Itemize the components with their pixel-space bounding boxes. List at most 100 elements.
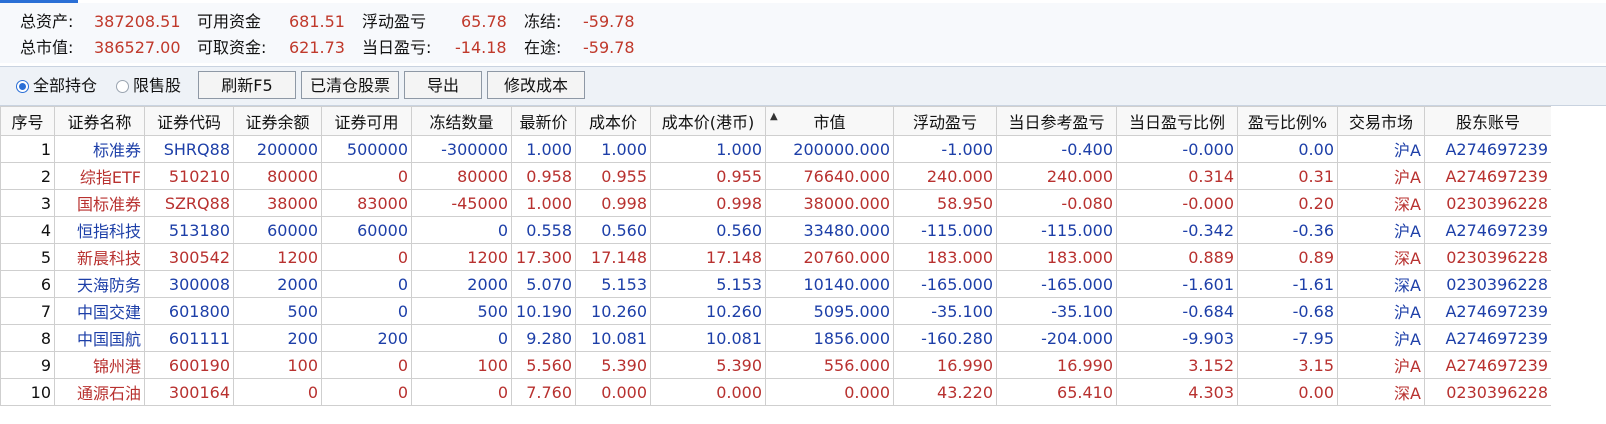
cell-daily-pnl-ratio: -0.684 [1116, 297, 1238, 325]
cell-pnl-ratio: 0.20 [1237, 189, 1338, 217]
cell-index: 8 [0, 324, 55, 352]
cell-market: 深A [1337, 270, 1425, 298]
table-row[interactable]: 9 锦州港 600190 100 0 100 5.560 5.390 5.390 556.000 1… [0, 351, 1552, 379]
export-button[interactable]: 导出 [404, 71, 482, 99]
table-row[interactable]: 1 标准券 SHRQ88 200000 500000 -300000 1.000 1.000 1… [0, 135, 1552, 163]
cell-market-value: 76640.000 [765, 162, 894, 190]
cell-daily-ref-pnl: -115.000 [996, 216, 1117, 244]
cell-last-price: 5.070 [511, 270, 576, 298]
cell-cost-price-hkd: 17.148 [650, 243, 766, 271]
column-header-daily-ref-pnl[interactable]: 当日参考盈亏 [996, 106, 1117, 136]
table-row[interactable]: 5 新晨科技 300542 1200 0 1200 17.300 17.148 17.148 20… [0, 243, 1552, 271]
withdrawable-funds-value: 621.73 [289, 38, 345, 57]
cell-cost-price: 0.955 [575, 162, 651, 190]
cell-shareholder-account: 0230396228 [1424, 243, 1552, 271]
cell-daily-ref-pnl: 65.410 [996, 378, 1117, 406]
table-row[interactable]: 6 天海防务 300008 2000 0 2000 5.070 5.153 5.153 10140… [0, 270, 1552, 298]
cell-security-available: 0 [321, 297, 412, 325]
cell-floating-pnl: -165.000 [893, 270, 997, 298]
total-assets-value: 387208.51 [94, 12, 181, 31]
cell-security-balance: 100 [233, 351, 322, 379]
column-header-cost-price-hkd[interactable]: 成本价(港币) [650, 106, 766, 136]
column-header-floating-pnl[interactable]: 浮动盈亏 [893, 106, 997, 136]
cell-shareholder-account: A274697239 [1424, 135, 1552, 163]
cell-market-value: 0.000 [765, 378, 894, 406]
summary-row-1: 总资产: 387208.51 可用资金 681.51 浮动盈亏 65.78 冻结… [0, 9, 1606, 35]
cell-security-balance: 500 [233, 297, 322, 325]
column-header-index[interactable]: 序号 [0, 106, 55, 136]
cell-pnl-ratio: -1.61 [1237, 270, 1338, 298]
floating-pnl-value: 65.78 [461, 12, 507, 31]
cell-last-price: 5.560 [511, 351, 576, 379]
cell-daily-ref-pnl: -204.000 [996, 324, 1117, 352]
cell-security-balance: 60000 [233, 216, 322, 244]
cell-security-balance: 2000 [233, 270, 322, 298]
cell-market-value: 200000.000 [765, 135, 894, 163]
cell-cost-price: 0.560 [575, 216, 651, 244]
cell-daily-pnl-ratio: 3.152 [1116, 351, 1238, 379]
cell-last-price: 10.190 [511, 297, 576, 325]
cell-frozen-qty: 1200 [411, 243, 512, 271]
all-holdings-label: 全部持仓 [33, 76, 98, 95]
total-assets-label: 总资产: [20, 12, 74, 31]
column-header-last-price[interactable]: 最新价 [511, 106, 576, 136]
table-row[interactable]: 10 通源石油 300164 0 0 0 7.760 0.000 0.000 0.000 43.22… [0, 378, 1552, 406]
column-header-security-available[interactable]: 证券可用 [321, 106, 412, 136]
cell-security-name: 锦州港 [54, 351, 145, 379]
refresh-button[interactable]: 刷新F5 [198, 71, 296, 99]
frozen-label: 冻结: [524, 12, 562, 31]
cell-security-name: 标准券 [54, 135, 145, 163]
column-header-frozen-qty[interactable]: 冻结数量 [411, 106, 512, 136]
cell-floating-pnl: 183.000 [893, 243, 997, 271]
cell-pnl-ratio: 3.15 [1237, 351, 1338, 379]
cell-cost-price-hkd: 1.000 [650, 135, 766, 163]
table-row[interactable]: 8 中国国航 601111 200 200 0 9.280 10.081 10.081 1856.… [0, 324, 1552, 352]
table-row[interactable]: 3 国标准券 SZRQ88 38000 83000 -45000 1.000 0.998 0.9… [0, 189, 1552, 217]
cell-frozen-qty: 0 [411, 216, 512, 244]
cell-security-code: 510210 [144, 162, 234, 190]
cell-security-name: 通源石油 [54, 378, 145, 406]
column-header-security-code[interactable]: 证券代码 [144, 106, 234, 136]
cell-pnl-ratio: 0.31 [1237, 162, 1338, 190]
cell-security-name: 新晨科技 [54, 243, 145, 271]
cell-frozen-qty: 0 [411, 324, 512, 352]
table-body: 1 标准券 SHRQ88 200000 500000 -300000 1.000 1.000 1… [0, 135, 1552, 406]
table-row[interactable]: 4 恒指科技 513180 60000 60000 0 0.558 0.560 0.560 334… [0, 216, 1552, 244]
restricted-shares-radio[interactable]: 限售股 [116, 77, 181, 95]
cell-frozen-qty: 500 [411, 297, 512, 325]
column-header-daily-pnl-ratio[interactable]: 当日盈亏比例 [1116, 106, 1238, 136]
cell-security-available: 500000 [321, 135, 412, 163]
table-row[interactable]: 7 中国交建 601800 500 0 500 10.190 10.260 10.260 5095… [0, 297, 1552, 325]
cell-last-price: 1.000 [511, 135, 576, 163]
column-header-pnl-ratio[interactable]: 盈亏比例% [1237, 106, 1338, 136]
column-header-security-balance[interactable]: 证券余额 [233, 106, 322, 136]
cell-index: 6 [0, 270, 55, 298]
column-header-shareholder-account[interactable]: 股东账号 [1424, 106, 1552, 136]
cleared-stocks-button[interactable]: 已清仓股票 [301, 71, 399, 99]
edit-cost-button[interactable]: 修改成本 [487, 71, 585, 99]
cell-shareholder-account: 0230396228 [1424, 378, 1552, 406]
cell-daily-pnl-ratio: 0.314 [1116, 162, 1238, 190]
cell-cost-price: 5.390 [575, 351, 651, 379]
column-header-cost-price[interactable]: 成本价 [575, 106, 651, 136]
cell-security-name: 综指ETF [54, 162, 145, 190]
column-header-security-name[interactable]: 证券名称 [54, 106, 145, 136]
cell-index: 9 [0, 351, 55, 379]
column-header-market-value[interactable]: 市值 ▲ [765, 106, 894, 136]
cell-security-name: 中国国航 [54, 324, 145, 352]
restricted-shares-label: 限售股 [133, 76, 182, 95]
cell-market: 沪A [1337, 162, 1425, 190]
cell-frozen-qty: -300000 [411, 135, 512, 163]
cell-market: 沪A [1337, 135, 1425, 163]
cell-last-price: 17.300 [511, 243, 576, 271]
radio-unchecked-icon [116, 80, 129, 93]
cell-daily-ref-pnl: -0.080 [996, 189, 1117, 217]
table-row[interactable]: 2 综指ETF 510210 80000 0 80000 0.958 0.955 0.955 76… [0, 162, 1552, 190]
cell-market-value: 33480.000 [765, 216, 894, 244]
cell-daily-pnl-ratio: -9.903 [1116, 324, 1238, 352]
cell-cost-price: 0.998 [575, 189, 651, 217]
column-header-market[interactable]: 交易市场 [1337, 106, 1425, 136]
cell-index: 5 [0, 243, 55, 271]
all-holdings-radio[interactable]: 全部持仓 [16, 77, 97, 95]
cell-pnl-ratio: 0.00 [1237, 378, 1338, 406]
